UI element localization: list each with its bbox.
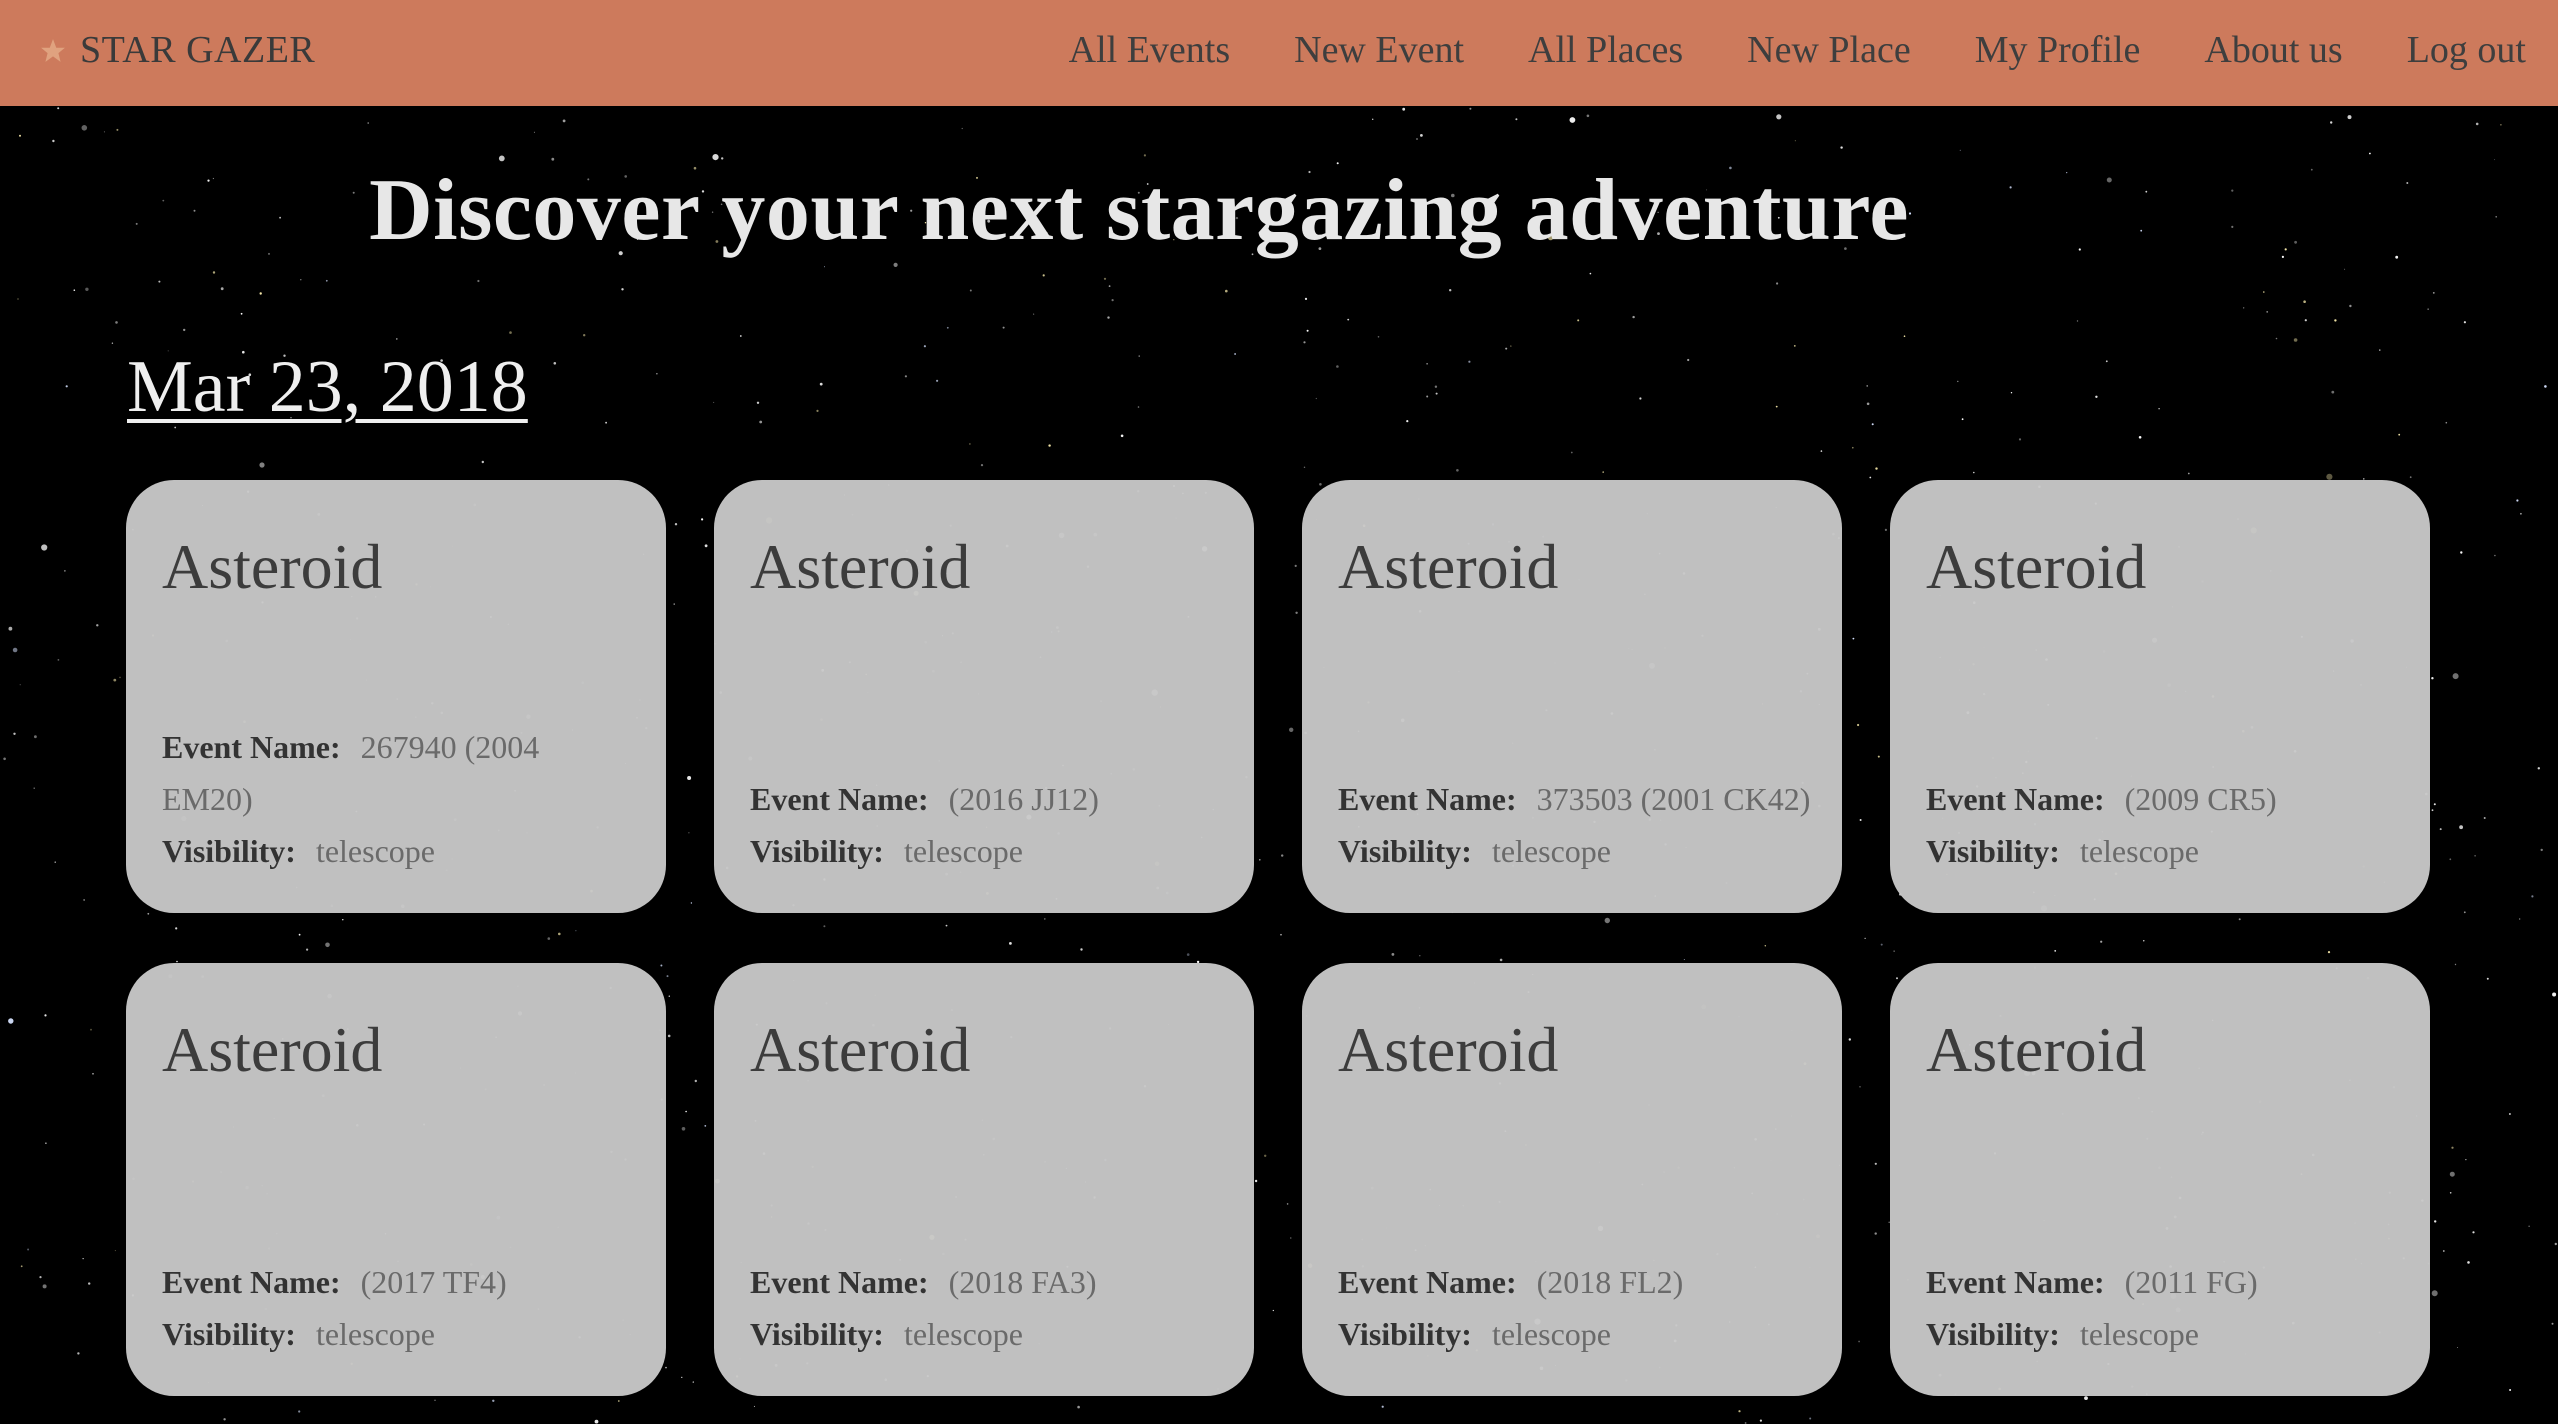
event-card-details: Event Name: (2017 TF4) Visibility: telesco… [162,1256,636,1360]
event-card[interactable]: Asteroid Event Name: (2011 FG) Visibility… [1890,963,2430,1396]
event-card-details: Event Name: 267940 (2004 EM20) Visibility… [162,721,636,877]
nav-link-about-us[interactable]: About us [2204,28,2342,72]
event-card-details: Event Name: 373503 (2001 CK42) Visibility… [1338,773,1812,877]
event-card-grid: Asteroid Event Name: 267940 (2004 EM20) V… [126,480,2430,1396]
star-icon [41,39,65,62]
event-card-title: Asteroid [1338,1014,1559,1085]
event-card-title: Asteroid [162,1014,383,1085]
event-name-value: (2011 FG) [2124,1264,2258,1300]
event-name-value: (2016 JJ12) [948,781,1099,817]
visibility-label: Visibility: [162,1316,296,1352]
navbar: STAR GAZER All Events New Event All Plac… [0,0,2558,106]
visibility-value: telescope [1491,1316,1611,1352]
event-card[interactable]: Asteroid Event Name: (2009 CR5) Visibilit… [1890,480,2430,913]
visibility-label: Visibility: [1338,833,1472,869]
visibility-value: telescope [2079,1316,2199,1352]
event-name-label: Event Name: [1338,1264,1517,1300]
visibility-value: telescope [315,1316,435,1352]
event-card-title: Asteroid [750,1014,971,1085]
visibility-label: Visibility: [750,833,884,869]
nav-link-all-events[interactable]: All Events [1069,28,1230,72]
visibility-label: Visibility: [1926,1316,2060,1352]
event-card[interactable]: Asteroid Event Name: (2017 TF4) Visibilit… [126,963,666,1396]
event-name-value: 373503 (2001 CK42) [1536,781,1811,817]
page-title: Discover your next stargazing adventure [369,162,1909,259]
visibility-value: telescope [903,1316,1023,1352]
nav-links: All Events New Event All Places New Plac… [1005,28,2526,72]
event-name-label: Event Name: [1926,781,2105,817]
visibility-value: telescope [903,833,1023,869]
visibility-value: telescope [1491,833,1611,869]
event-card[interactable]: Asteroid Event Name: (2018 FL2) Visibilit… [1302,963,1842,1396]
event-name-label: Event Name: [1338,781,1517,817]
event-card-title: Asteroid [1338,531,1559,602]
event-name-value: (2018 FA3) [948,1264,1097,1300]
event-card-details: Event Name: (2009 CR5) Visibility: telesco… [1926,773,2400,877]
event-name-label: Event Name: [750,1264,929,1300]
visibility-label: Visibility: [1338,1316,1472,1352]
event-name-label: Event Name: [750,781,929,817]
event-card[interactable]: Asteroid Event Name: 373503 (2001 CK42) V… [1302,480,1842,913]
event-card-details: Event Name: (2011 FG) Visibility: telescop… [1926,1256,2400,1360]
nav-link-all-places[interactable]: All Places [1528,28,1683,72]
nav-link-log-out[interactable]: Log out [2407,28,2526,72]
event-card-title: Asteroid [1926,1014,2147,1085]
nav-link-new-place[interactable]: New Place [1747,28,1911,72]
visibility-label: Visibility: [1926,833,2060,869]
event-card-details: Event Name: (2018 FA3) Visibility: telesco… [750,1256,1224,1360]
visibility-value: telescope [315,833,435,869]
event-name-label: Event Name: [162,729,341,765]
event-name-value: (2018 FL2) [1536,1264,1684,1300]
visibility-value: telescope [2079,833,2199,869]
event-name-value: (2009 CR5) [2124,781,2277,817]
event-name-value: (2017 TF4) [360,1264,507,1300]
event-card[interactable]: Asteroid Event Name: (2018 FA3) Visibilit… [714,963,1254,1396]
event-name-label: Event Name: [162,1264,341,1300]
event-card[interactable]: Asteroid Event Name: 267940 (2004 EM20) V… [126,480,666,913]
event-card-details: Event Name: (2018 FL2) Visibility: telesco… [1338,1256,1812,1360]
event-card[interactable]: Asteroid Event Name: (2016 JJ12) Visibili… [714,480,1254,913]
visibility-label: Visibility: [162,833,296,869]
visibility-label: Visibility: [750,1316,884,1352]
date-heading[interactable]: Mar 23, 2018 [127,345,528,430]
nav-link-new-event[interactable]: New Event [1294,28,1464,72]
event-card-title: Asteroid [1926,531,2147,602]
event-name-label: Event Name: [1926,1264,2105,1300]
event-card-title: Asteroid [162,531,383,602]
event-card-title: Asteroid [750,531,971,602]
event-card-details: Event Name: (2016 JJ12) Visibility: telesc… [750,773,1224,877]
nav-link-my-profile[interactable]: My Profile [1975,28,2141,72]
brand-logo-link[interactable]: STAR GAZER [80,28,315,72]
